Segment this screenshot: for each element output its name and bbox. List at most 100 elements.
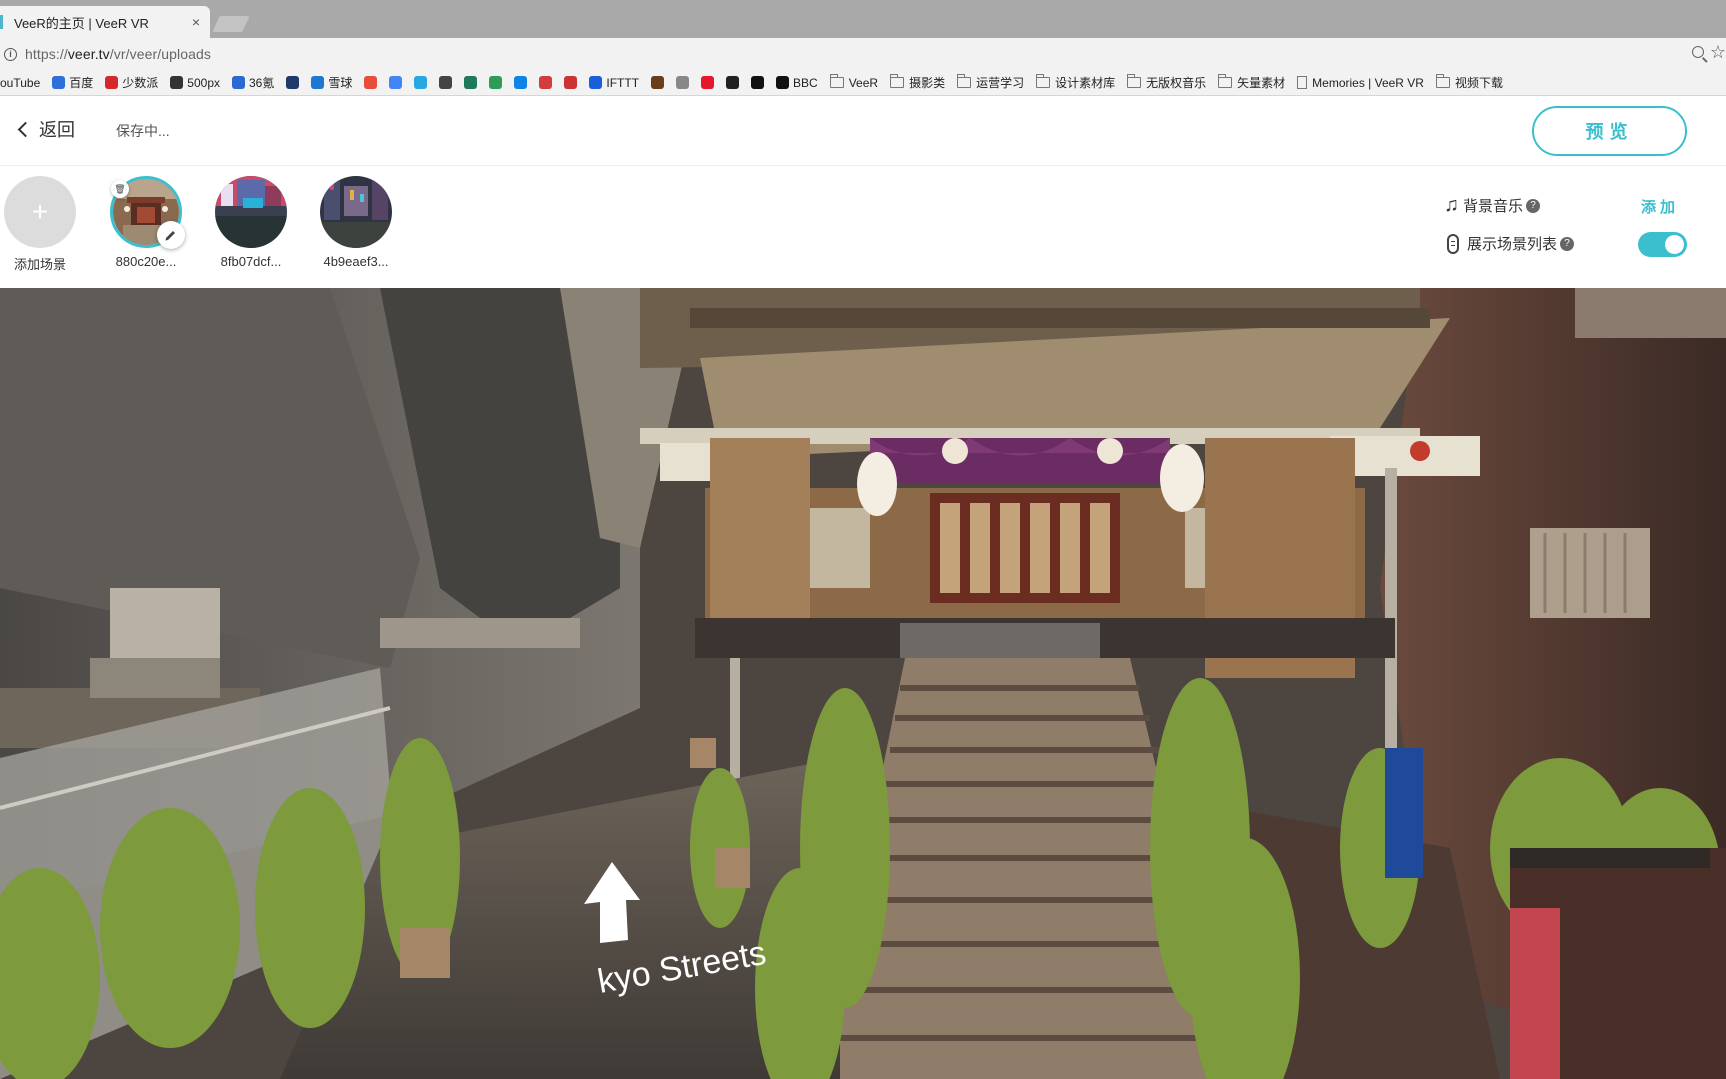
add-scene[interactable]: + 添加场景 [0,176,95,273]
delete-icon[interactable]: 🗑 [111,180,129,198]
scene-thumbnail[interactable] [215,176,287,248]
music-label: 背景音乐 [1463,198,1524,215]
scene-thumbnail-image [320,176,392,248]
bookmark-label: IFTTT [606,75,640,90]
bookmark-item[interactable]: 矢量素材 [1218,74,1285,91]
bookmark-item[interactable] [651,76,665,89]
url-path: /vr/veer/uploads [109,46,211,62]
bookmark-item[interactable] [676,76,690,89]
bookmark-label: 视频下载 [1454,76,1503,90]
bookmark-label: 设计素材库 [1055,76,1116,90]
bookmark-item[interactable] [389,76,403,89]
bookmark-favicon-icon [589,76,603,89]
bookmark-favicon-icon [514,76,528,89]
site-info-icon[interactable]: i [4,47,17,61]
editor-header: 返回 保存中... 预览 [0,96,1726,166]
help-icon[interactable]: ? [1560,236,1575,251]
zoom-icon[interactable] [1692,46,1704,58]
folder-icon [1218,74,1233,88]
bookmark-label: 摄影类 [909,76,946,90]
bookmark-item[interactable]: 视频下载 [1435,74,1503,91]
scene-list: + 添加场景 🗑 880c20e... 8fb07dcf... 4b9eaef3… [0,166,1726,288]
bookmark-favicon-icon [364,76,378,89]
bookmark-item[interactable]: 36氪 [232,74,274,91]
bookmark-item[interactable] [439,76,453,89]
url-domain: veer.tv [67,46,110,62]
address-bar[interactable]: i https://veer.tv/vr/veer/uploads ☆ [0,38,1726,70]
bookmark-item[interactable] [364,76,378,89]
preview-button[interactable]: 预览 [1532,106,1687,156]
bookmark-item[interactable]: 雪球 [311,74,352,91]
bookmark-label: 36氪 [249,76,275,90]
bookmark-favicon-icon [464,76,478,89]
bookmark-item[interactable]: 500px [170,76,220,90]
bookmark-item[interactable]: 设计素材库 [1036,74,1115,91]
scene-item[interactable]: 8fb07dcf... [196,176,306,269]
bookmark-favicon-icon [701,76,715,89]
bookmark-favicon-icon [539,76,553,89]
back-button[interactable]: 返回 [16,116,75,142]
show-scene-list-toggle[interactable] [1638,232,1687,257]
save-status: 保存中... [116,123,170,139]
scene-thumbnail[interactable]: 🗑 [110,176,185,249]
bookmark-item[interactable]: Memories | VeeR VR [1297,76,1424,90]
bookmark-favicon-icon [52,76,66,89]
bookmark-item[interactable]: 少数派 [105,74,158,91]
plus-icon: + [31,196,49,227]
bookmark-item[interactable]: 运营学习 [957,74,1024,91]
bookmark-item[interactable] [286,76,300,89]
bookmark-label: 少数派 [122,76,159,90]
bookmark-item[interactable] [489,76,503,89]
scene-thumbnail[interactable] [320,176,392,248]
bookmark-item[interactable]: 无版权音乐 [1127,74,1206,91]
scene-thumbnail-image [215,176,287,248]
bookmark-item[interactable]: IFTTT [589,76,639,90]
bookmark-item[interactable] [414,76,428,89]
background-music-option: ♫ 背景音乐 ? [1444,194,1541,217]
bookmark-item[interactable]: ouTube [0,76,40,90]
tab-close-icon[interactable]: × [192,14,200,30]
bookmark-favicon-icon [726,76,740,89]
bookmark-item[interactable]: 百度 [52,74,93,91]
bookmark-item[interactable] [539,76,553,89]
browser-tab-active[interactable]: VeeR的主页 | VeeR VR × [0,6,210,38]
bookmark-favicon-icon [170,76,184,89]
bookmark-label: 矢量素材 [1237,76,1286,90]
bookmark-label: 500px [187,75,220,90]
bookmark-favicon-icon [232,76,245,89]
bookmark-item[interactable] [751,76,765,89]
url-text[interactable]: https://veer.tv/vr/veer/uploads [25,46,211,62]
bookmark-item[interactable] [701,76,715,89]
help-icon[interactable]: ? [1526,198,1541,213]
bookmark-favicon-icon [439,76,453,89]
browser-tabstrip: VeeR的主页 | VeeR VR × [0,0,1726,38]
scene-list-icon [1447,233,1459,254]
bookmark-item[interactable] [564,76,578,89]
panorama-viewer[interactable]: kyo Streets [0,288,1726,1079]
bookmark-favicon-icon [105,76,119,89]
bookmark-label: 雪球 [328,76,353,90]
folder-icon [829,74,844,88]
bookmark-favicon-icon [751,76,765,89]
bookmark-item[interactable]: 摄影类 [890,74,945,91]
bookmark-item[interactable]: BBC [776,76,818,90]
add-music-button[interactable]: 添加 [1641,196,1679,217]
chevron-left-icon [17,121,34,137]
bookmark-item[interactable]: VeeR [829,74,879,90]
scene-item[interactable]: 🗑 880c20e... [91,176,201,269]
bookmark-favicon-icon [286,76,300,89]
folder-icon [1036,74,1051,88]
new-tab-button[interactable] [212,16,250,32]
scene-item[interactable]: 4b9eaef3... [301,176,411,269]
bookmark-item[interactable] [464,76,478,89]
add-scene-button[interactable]: + [4,176,76,248]
scene-caption: 8fb07dcf... [220,254,282,269]
bookmark-star-icon[interactable]: ☆ [1710,42,1726,63]
edit-pencil-icon[interactable] [157,221,185,249]
show-scene-list-option: 展示场景列表 ? [1444,233,1575,254]
bookmark-item[interactable] [514,76,528,89]
bookmark-item[interactable] [726,76,740,89]
bookmark-favicon-icon [564,76,578,89]
bookmark-label: VeeR [848,75,879,90]
banner [1385,748,1423,878]
